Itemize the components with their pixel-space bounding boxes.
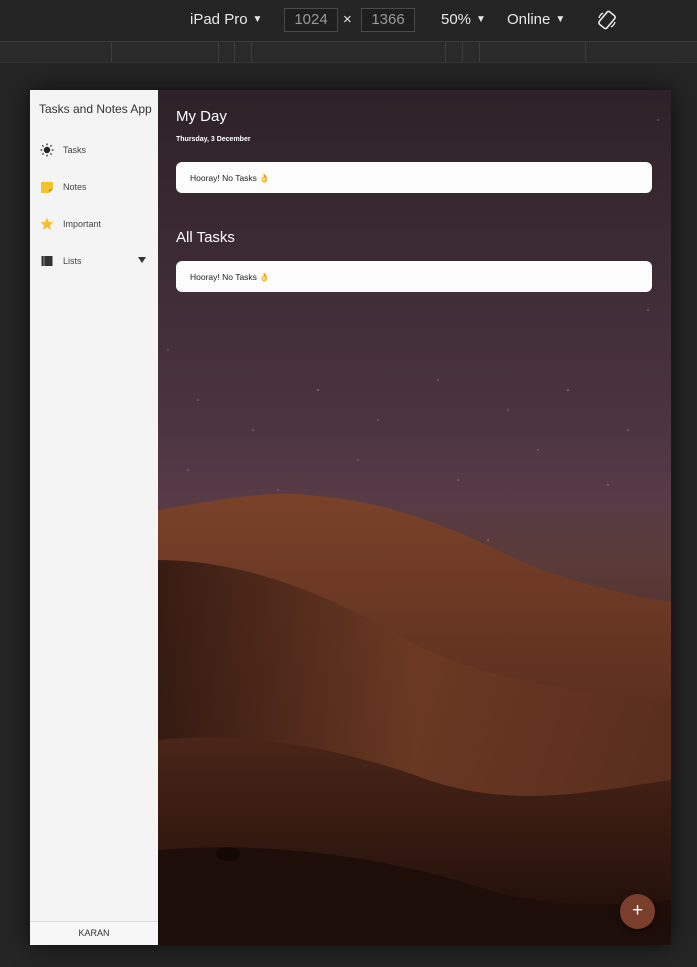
width-input[interactable]: 1024 <box>284 8 338 32</box>
sidebar-item-label: Tasks <box>63 145 87 155</box>
sidebar-item-important[interactable]: Important <box>30 212 158 238</box>
sidebar-item-label: Important <box>63 219 102 229</box>
chevron-down-icon: ▼ <box>252 14 263 25</box>
sidebar-item-tasks[interactable]: Tasks <box>30 138 158 164</box>
add-task-button[interactable]: + <box>620 894 655 929</box>
ruler-mark <box>445 42 446 62</box>
media-query-ruler <box>0 42 697 63</box>
note-icon <box>41 182 53 193</box>
my-day-date: Thursday, 3 December <box>176 136 251 143</box>
sidebar-item-label: Notes <box>63 182 87 192</box>
network-throttle-select[interactable]: Online ▼ <box>507 11 565 28</box>
network-select-label: Online <box>507 11 551 28</box>
ruler-mark <box>251 42 252 62</box>
ruler-mark <box>462 42 463 62</box>
sun-icon <box>40 143 54 157</box>
ruler-mark <box>479 42 480 62</box>
ruler-mark <box>218 42 219 62</box>
sidebar-item-lists[interactable]: Lists <box>30 249 158 275</box>
user-footer[interactable]: KARAN <box>30 921 158 945</box>
device-select-label: iPad Pro <box>190 11 248 28</box>
empty-tasks-message: Hooray! No Tasks 👌 <box>190 173 270 183</box>
empty-tasks-message: Hooray! No Tasks 👌 <box>190 272 270 282</box>
book-icon <box>41 256 53 266</box>
rotate-device-icon[interactable] <box>597 10 617 30</box>
sidebar-item-label: Lists <box>63 256 82 266</box>
app-title: Tasks and Notes App <box>39 102 152 116</box>
desert-night-background <box>158 119 671 945</box>
main-content: My Day Thursday, 3 December Hooray! No T… <box>158 90 671 945</box>
my-day-task-card: Hooray! No Tasks 👌 <box>176 162 652 193</box>
ruler-mark <box>234 42 235 62</box>
zoom-select-label: 50% <box>441 11 472 28</box>
dimension-times-symbol: × <box>343 11 352 28</box>
sidebar-item-notes[interactable]: Notes <box>30 175 158 201</box>
chevron-down-icon[interactable] <box>138 257 146 263</box>
zoom-select[interactable]: 50% ▼ <box>441 11 486 28</box>
device-viewport: Tasks and Notes App Tasks Notes Importan… <box>30 90 671 945</box>
sidebar: Tasks and Notes App Tasks Notes Importan… <box>30 90 159 945</box>
all-tasks-title: All Tasks <box>176 229 235 246</box>
chevron-down-icon: ▼ <box>476 14 486 25</box>
height-input[interactable]: 1366 <box>361 8 415 32</box>
chevron-down-icon: ▼ <box>555 14 566 25</box>
my-day-title: My Day <box>176 108 227 125</box>
ruler-mark <box>111 42 112 62</box>
devtools-toolbar: iPad Pro ▼ 1024 × 1366 50% ▼ Online ▼ <box>0 0 697 42</box>
device-select[interactable]: iPad Pro ▼ <box>190 11 262 28</box>
all-tasks-card: Hooray! No Tasks 👌 <box>176 261 652 292</box>
ruler-mark <box>585 42 586 62</box>
star-icon <box>40 217 54 230</box>
